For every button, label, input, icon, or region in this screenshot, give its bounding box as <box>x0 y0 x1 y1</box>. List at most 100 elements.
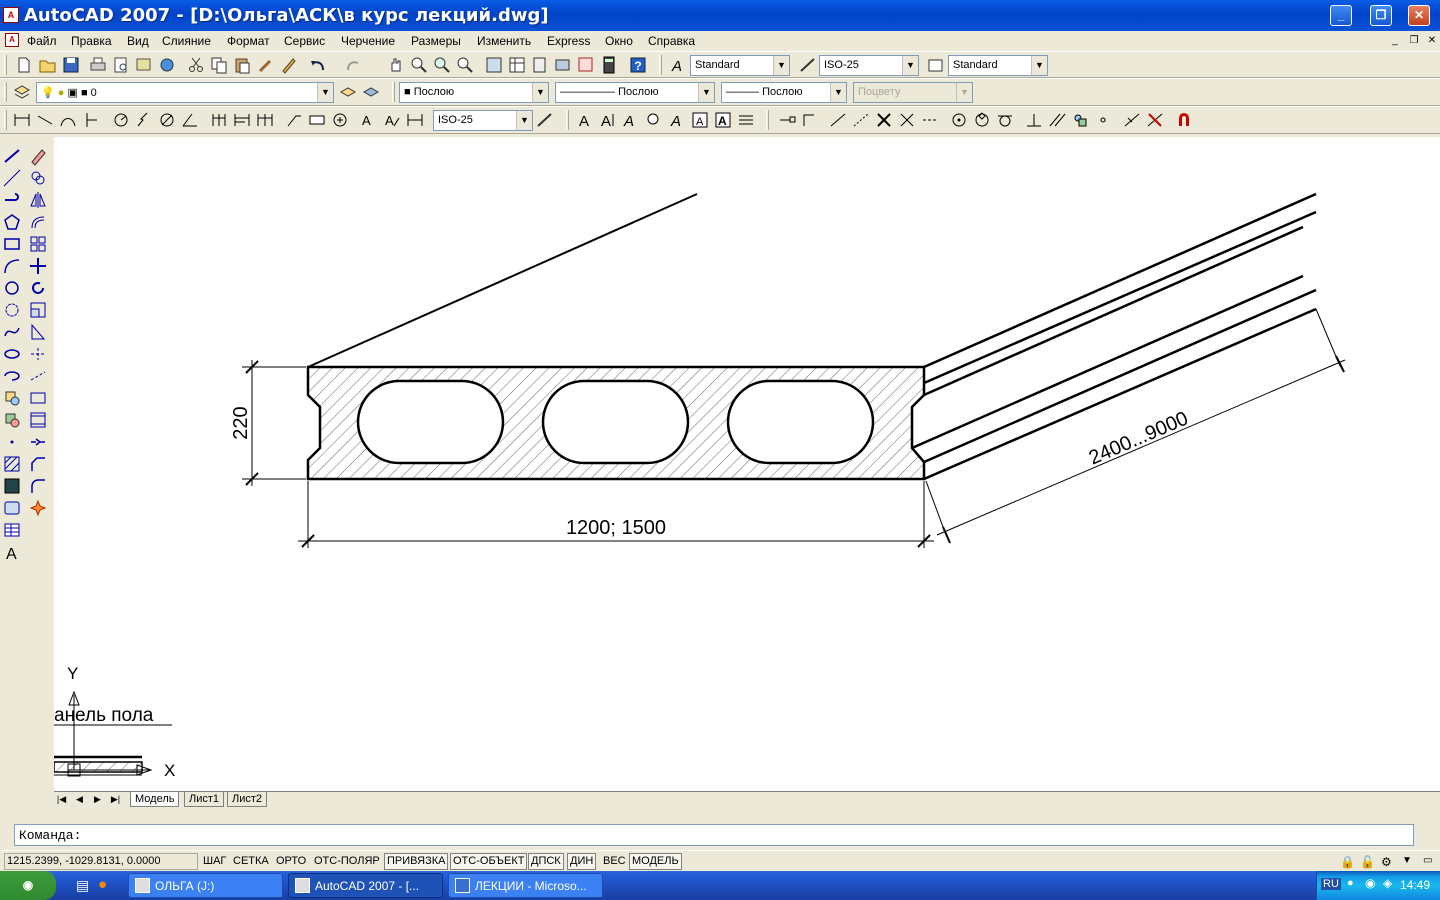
snap-intersection-icon[interactable] <box>874 110 894 130</box>
first-tab-button[interactable]: |◀ <box>54 793 69 806</box>
snap-toggle[interactable]: ШАГ <box>200 853 229 870</box>
text-style-icon[interactable]: A <box>668 55 688 75</box>
table-style-icon[interactable] <box>926 55 946 75</box>
snap-endpoint-icon[interactable] <box>777 110 797 130</box>
dim-style-manager-icon[interactable] <box>535 110 555 130</box>
command-input[interactable]: Команда: <box>14 824 1414 846</box>
snap-center-icon[interactable] <box>949 110 969 130</box>
dim-text-edit-icon[interactable]: A <box>382 110 402 130</box>
ducs-toggle[interactable]: ДПСК <box>528 853 564 870</box>
language-indicator[interactable]: RU <box>1321 878 1341 890</box>
explode-icon[interactable] <box>28 498 48 518</box>
snap-apparent-icon[interactable] <box>897 110 917 130</box>
make-layer-current-icon[interactable] <box>338 82 358 102</box>
quicklaunch-browser-icon[interactable]: ● <box>98 876 107 893</box>
circle-icon[interactable] <box>2 278 22 298</box>
snap-tangent-icon[interactable] <box>995 110 1015 130</box>
next-tab-button[interactable]: ▶ <box>90 793 105 806</box>
match-properties-icon[interactable] <box>256 55 276 75</box>
snap-midpoint-icon[interactable] <box>828 110 848 130</box>
publish-icon[interactable] <box>134 55 154 75</box>
array-icon[interactable] <box>28 234 48 254</box>
menu-help[interactable]: Справка <box>648 34 695 48</box>
maximize-button[interactable]: ❐ <box>1370 5 1392 26</box>
line-icon[interactable] <box>2 146 22 166</box>
block-editor-icon[interactable] <box>279 55 299 75</box>
text-style-2-icon[interactable]: A <box>667 110 687 130</box>
rectangle-icon[interactable] <box>2 234 22 254</box>
revision-cloud-icon[interactable] <box>2 300 22 320</box>
snap-extension-icon[interactable] <box>851 110 871 130</box>
status-menu-arrow-icon[interactable]: ▼ <box>1399 853 1415 870</box>
tab-model[interactable]: Модель <box>130 792 180 807</box>
snap-node-icon[interactable] <box>1093 110 1113 130</box>
snap-from-icon[interactable] <box>800 110 820 130</box>
break-at-point-icon[interactable] <box>28 388 48 408</box>
ordinate-dim-icon[interactable] <box>81 110 101 130</box>
menu-view[interactable]: Вид <box>127 34 149 48</box>
point-icon[interactable] <box>2 432 22 452</box>
mirror-icon[interactable] <box>28 190 48 210</box>
menu-draw[interactable]: Черчение <box>341 34 395 48</box>
3d-dwf-icon[interactable] <box>157 55 177 75</box>
offset-icon[interactable] <box>28 212 48 232</box>
dim-edit-icon[interactable]: A <box>359 110 379 130</box>
table-icon[interactable] <box>2 520 22 540</box>
make-block-icon[interactable] <box>2 410 22 430</box>
linetype-select[interactable]: ————— Послою ▼ <box>555 82 715 103</box>
quicklaunch-desktop-icon[interactable]: ▤ <box>76 877 89 894</box>
menu-dimension[interactable]: Размеры <box>411 34 461 48</box>
clean-screen-icon[interactable]: ▭ <box>1420 853 1435 870</box>
join-icon[interactable] <box>28 432 48 452</box>
zoom-window-icon[interactable] <box>432 55 452 75</box>
osnap-settings-icon[interactable] <box>1174 110 1194 130</box>
zoom-previous-icon[interactable] <box>455 55 475 75</box>
task-word[interactable]: ЛЕКЦИИ - Microso... <box>448 873 603 898</box>
zoom-realtime-icon[interactable] <box>409 55 429 75</box>
toolbar-grip[interactable] <box>4 82 7 102</box>
erase-icon[interactable] <box>28 146 48 166</box>
menu-express[interactable]: Express <box>547 34 590 48</box>
move-icon[interactable] <box>28 256 48 276</box>
scale-icon[interactable] <box>28 300 48 320</box>
quick-leader-icon[interactable] <box>284 110 304 130</box>
lwt-toggle[interactable]: ВЕС <box>600 853 629 870</box>
continue-dim-icon[interactable] <box>255 110 275 130</box>
redo-icon[interactable] <box>343 55 363 75</box>
tab-sheet2[interactable]: Лист2 <box>227 792 268 807</box>
close-button[interactable]: ✕ <box>1408 5 1430 26</box>
trim-icon[interactable] <box>28 344 48 364</box>
menu-edit[interactable]: Правка <box>71 34 112 48</box>
scale-text-icon[interactable]: A <box>690 110 710 130</box>
hatch-icon[interactable] <box>2 454 22 474</box>
find-text-icon[interactable] <box>644 110 664 130</box>
sheet-set-icon[interactable] <box>553 55 573 75</box>
properties-icon[interactable] <box>484 55 504 75</box>
prev-tab-button[interactable]: ◀ <box>72 793 87 806</box>
osnap-toggle[interactable]: ПРИВЯЗКА <box>384 853 449 870</box>
snap-none-icon[interactable] <box>1145 110 1165 130</box>
text-style-select[interactable]: Standard ▼ <box>690 55 790 76</box>
quick-dim-icon[interactable] <box>209 110 229 130</box>
gradient-icon[interactable] <box>2 476 22 496</box>
single-line-text-icon[interactable]: A <box>598 110 618 130</box>
undo-icon[interactable] <box>308 55 328 75</box>
lineweight-select[interactable]: ——— Послою ▼ <box>721 82 847 103</box>
justify-text-icon[interactable]: A <box>713 110 733 130</box>
tray-network-icon[interactable]: ● <box>1347 877 1354 889</box>
linear-dim-icon[interactable] <box>12 110 32 130</box>
doc-restore-button[interactable]: ❐ <box>1407 34 1421 48</box>
task-autocad[interactable]: AutoCAD 2007 - [... <box>288 873 443 898</box>
stretch-icon[interactable] <box>28 322 48 342</box>
edit-text-icon[interactable]: A <box>621 110 641 130</box>
menu-file[interactable]: Файл <box>27 34 57 48</box>
document-icon[interactable]: A <box>5 33 19 47</box>
region-icon[interactable] <box>2 498 22 518</box>
ellipse-icon[interactable] <box>2 344 22 364</box>
toolbar-lock-icon[interactable]: 🔓 <box>1357 853 1378 870</box>
snap-perpendicular-icon[interactable] <box>1024 110 1044 130</box>
tolerance-icon[interactable] <box>307 110 327 130</box>
print-preview-icon[interactable] <box>111 55 131 75</box>
baseline-dim-icon[interactable] <box>232 110 252 130</box>
toolbar-grip[interactable] <box>4 55 7 75</box>
